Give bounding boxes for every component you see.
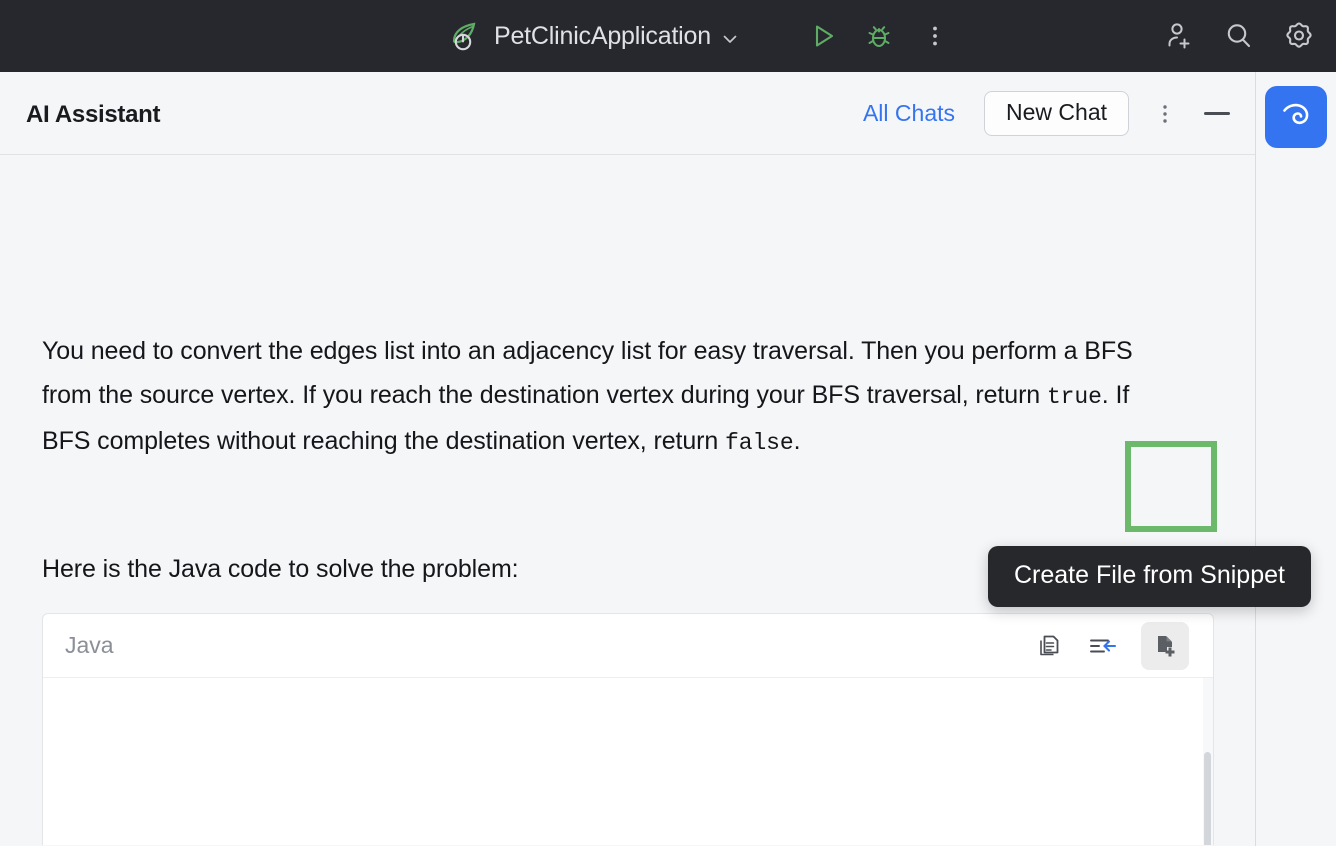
code-scrollbar-track[interactable] [1203,678,1213,845]
gear-icon[interactable] [1276,13,1322,59]
spring-leaf-icon [446,17,484,55]
inline-code-true: true [1046,384,1102,410]
tooltip: Create File from Snippet [988,546,1311,607]
assistant-message-paragraph: You need to convert the edges list into … [42,329,1182,465]
add-user-icon[interactable] [1156,13,1202,59]
create-file-from-snippet-button[interactable] [1141,622,1189,670]
more-vertical-icon[interactable] [1143,92,1187,136]
copy-snippet-button[interactable] [1025,622,1073,670]
code-scrollbar-thumb[interactable] [1204,752,1211,845]
page-title: AI Assistant [26,101,161,128]
code-snippet-content[interactable]: import java.util.*; public class Solutio… [43,678,1213,845]
insert-snippet-button[interactable] [1079,622,1127,670]
search-icon[interactable] [1216,13,1262,59]
debug-button[interactable] [856,13,902,59]
ai-assistant-tool-window: AI Assistant All Chats New Chat You need… [0,72,1256,846]
copy-icon [1034,631,1064,661]
ai-assistant-header-actions: All Chats New Chat [863,72,1239,155]
code-line: import java.util.*; [43,840,1213,845]
inline-code-false: false [725,430,794,456]
run-button[interactable] [800,13,846,59]
run-configuration-name: PetClinicApplication [494,21,711,50]
minimize-icon[interactable] [1195,92,1239,136]
paragraph-text-part: You need to convert the edges list into … [42,337,1133,409]
run-configuration-selector[interactable]: PetClinicApplication [446,0,737,72]
ide-top-toolbar: PetClinicApplication [0,0,1336,72]
code-snippet-actions [1025,614,1213,678]
code-language-label: Java [65,632,114,658]
all-chats-link[interactable]: All Chats [863,100,955,127]
right-tool-window-stripe [1256,72,1336,846]
paragraph-text-part: . [793,427,801,455]
code-snippet-block: Java [42,613,1214,845]
ai-assistant-header: AI Assistant All Chats New Chat [0,72,1255,155]
more-vertical-icon[interactable] [912,13,958,59]
ai-assistant-stripe-button[interactable] [1265,86,1327,148]
ide-right-toolbar [1156,0,1322,72]
run-debug-controls [800,0,958,72]
create-file-icon [1149,630,1181,662]
insert-into-editor-icon [1087,631,1119,661]
chevron-down-icon[interactable] [721,30,737,46]
code-lines: import java.util.*; public class Solutio… [43,840,1213,845]
chat-message-area: You need to convert the edges list into … [0,155,1255,845]
code-snippet-header: Java [43,614,1213,678]
new-chat-button[interactable]: New Chat [984,91,1129,136]
ai-spiral-icon [1276,97,1316,137]
